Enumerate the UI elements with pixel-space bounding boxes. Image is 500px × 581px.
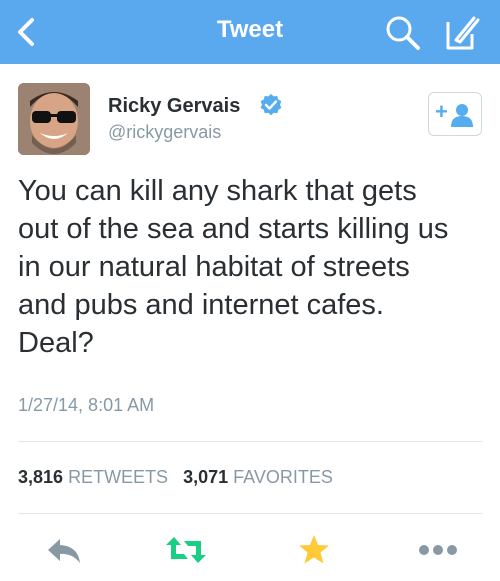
favorites-label[interactable]: FAVORITES — [233, 467, 333, 487]
tweet-timestamp: 1/27/14, 8:01 AM — [18, 395, 155, 415]
verified-badge-icon — [260, 94, 282, 116]
divider — [18, 441, 482, 442]
retweets-count[interactable]: 3,816 — [18, 467, 63, 487]
display-name[interactable]: Ricky Gervais — [108, 95, 240, 118]
user-handle[interactable]: @rickygervais — [108, 122, 221, 143]
page-title: Tweet — [216, 16, 284, 43]
profile-photo — [18, 83, 90, 155]
tweet-line: out of the sea and starts killing us — [18, 213, 449, 245]
favorite-star-icon[interactable] — [298, 533, 330, 567]
retweets-label[interactable]: RETWEETS — [68, 467, 168, 487]
avatar[interactable] — [18, 83, 90, 155]
compose-icon[interactable] — [440, 12, 482, 54]
tweet-line: You can kill any shark that gets — [18, 175, 417, 207]
follow-button[interactable]: + — [428, 92, 482, 136]
divider — [18, 513, 482, 514]
favorites-count[interactable]: 3,071 — [183, 467, 228, 487]
tweet-line: in our natural habitat of streets — [18, 251, 410, 283]
top-navigation-bar: Tweet — [0, 0, 500, 64]
tweet-text: You can kill any shark that gets out of … — [18, 172, 488, 362]
follow-person-icon — [451, 104, 473, 127]
tweet-line: Deal? — [18, 327, 94, 359]
tweet-line: and pubs and internet cafes. — [18, 289, 384, 321]
tweet-stats: 3,816 RETWEETS 3,071 FAVORITES — [18, 467, 343, 488]
retweet-icon[interactable] — [164, 533, 208, 567]
search-icon[interactable] — [384, 14, 422, 52]
more-dots-icon[interactable] — [416, 533, 460, 567]
follow-plus-sign: + — [435, 99, 448, 124]
reply-icon[interactable] — [44, 533, 84, 567]
